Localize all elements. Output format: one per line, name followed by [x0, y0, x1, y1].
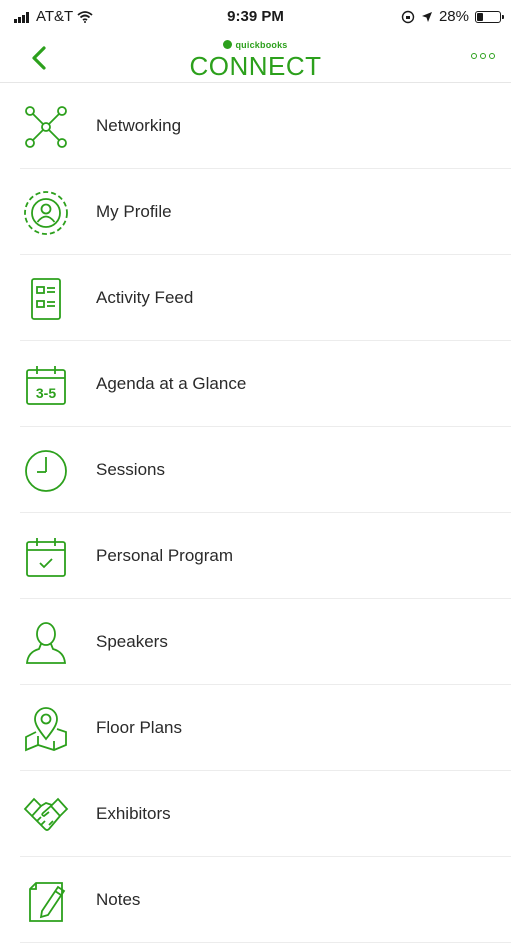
- more-dots-icon: [489, 53, 495, 59]
- battery-percent: 28%: [438, 8, 469, 25]
- menu-label: Speakers: [96, 632, 168, 651]
- menu-label: My Profile: [96, 202, 172, 221]
- menu-label: Activity Feed: [96, 288, 194, 307]
- menu-item-speakers[interactable]: Speakers: [0, 599, 511, 685]
- status-bar: AT&T 9:39 PM 28%: [0, 0, 511, 34]
- status-right-group: 28%: [401, 8, 504, 25]
- menu-item-sessions[interactable]: Sessions: [0, 427, 511, 513]
- menu-item-notes[interactable]: Notes: [0, 857, 511, 943]
- activity-feed-icon: [22, 275, 70, 323]
- menu-item-agenda[interactable]: 3-5 Agenda at a Glance: [0, 341, 511, 427]
- menu-item-activity-feed[interactable]: Activity Feed: [0, 255, 511, 341]
- menu-label: Exhibitors: [96, 804, 171, 823]
- network-icon: [22, 103, 70, 151]
- menu-label: Networking: [96, 116, 182, 135]
- menu-label: Sessions: [96, 460, 165, 479]
- quickbooks-logo-icon: [223, 40, 233, 49]
- more-button[interactable]: [471, 46, 495, 66]
- speaker-person-icon: [22, 619, 70, 667]
- more-dots-icon: [471, 53, 477, 59]
- menu-list: Networking My Profile Activity Feed 3-5 …: [0, 83, 511, 943]
- map-pin-icon: [22, 705, 70, 753]
- calendar-range-label: 3-5: [36, 385, 56, 401]
- nav-bar: quickbooks CONNECT: [0, 34, 511, 83]
- menu-item-networking[interactable]: Networking: [0, 83, 511, 169]
- brand-logo: quickbooks CONNECT: [0, 36, 511, 81]
- battery-fill: [477, 12, 483, 21]
- handshake-icon: [22, 791, 70, 839]
- lock-rotation-icon: [401, 10, 415, 23]
- menu-item-my-profile[interactable]: My Profile: [0, 169, 511, 255]
- brand-main-text: CONNECT: [189, 51, 322, 81]
- notes-pen-icon: [22, 877, 70, 925]
- more-dots-icon: [480, 53, 486, 59]
- brand-small-group: quickbooks: [223, 40, 287, 50]
- location-arrow-icon: [421, 11, 432, 22]
- menu-item-personal-program[interactable]: Personal Program: [0, 513, 511, 599]
- menu-label: Agenda at a Glance: [96, 374, 247, 393]
- menu-item-floor-plans[interactable]: Floor Plans: [0, 685, 511, 771]
- brand-small-text: quickbooks: [235, 39, 288, 50]
- menu-label: Floor Plans: [96, 718, 182, 737]
- menu-label: Notes: [96, 890, 141, 909]
- calendar-range-icon: 3-5: [22, 361, 70, 409]
- menu-label: Personal Program: [96, 546, 234, 565]
- profile-icon: [22, 189, 70, 237]
- clock-icon: [22, 447, 70, 495]
- menu-item-exhibitors[interactable]: Exhibitors: [0, 771, 511, 857]
- calendar-check-icon: [22, 533, 70, 581]
- battery-icon: [475, 10, 504, 23]
